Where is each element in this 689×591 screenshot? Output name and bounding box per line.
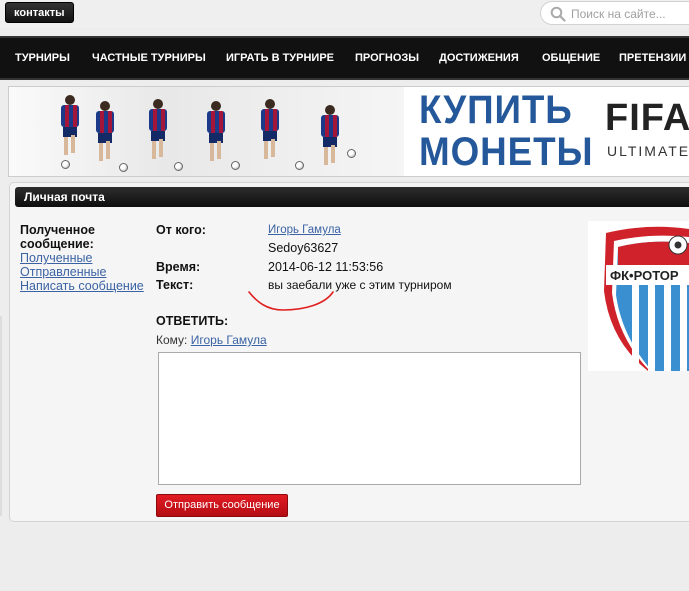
football-icon <box>119 163 128 172</box>
contacts-button[interactable]: контакты <box>5 2 74 23</box>
football-icon <box>231 161 240 170</box>
sidebar-link-inbox[interactable]: Полученные <box>20 251 150 265</box>
banner-brand: FIFA <box>605 97 689 139</box>
nav-item-complaints[interactable]: ПРЕТЕНЗИИ <box>619 38 686 78</box>
search-input[interactable] <box>571 5 686 22</box>
mail-sidebar: Полученное сообщение: Полученные Отправл… <box>20 223 150 293</box>
banner-line-1: КУПИТЬ <box>419 88 573 132</box>
football-icon <box>295 161 304 170</box>
reply-textarea[interactable] <box>158 352 581 485</box>
reply-to-name-link[interactable]: Игорь Гамула <box>191 333 267 347</box>
from-login: Sedoy63627 <box>268 241 339 255</box>
nav-item-tournaments[interactable]: ТУРНИРЫ <box>15 38 70 78</box>
crest-text: ФК•РОТОР <box>610 268 679 283</box>
football-icon <box>61 160 70 169</box>
football-icon <box>347 149 356 158</box>
left-divider <box>0 316 2 516</box>
send-message-button[interactable]: Отправить сообщение <box>156 494 288 517</box>
panel-title: Личная почта <box>15 187 689 207</box>
banner-players-image <box>9 87 404 176</box>
nav-item-achievements[interactable]: ДОСТИЖЕНИЯ <box>439 38 519 78</box>
nav-item-play-tournament[interactable]: ИГРАТЬ В ТУРНИРЕ <box>226 38 334 78</box>
reply-to-label: Кому: <box>156 333 188 347</box>
football-icon <box>174 162 183 171</box>
nav-item-predictions[interactable]: ПРОГНОЗЫ <box>355 38 419 78</box>
sidebar-link-compose[interactable]: Написать сообщение <box>20 279 150 293</box>
nav-item-private-tournaments[interactable]: ЧАСТНЫЕ ТУРНИРЫ <box>92 38 206 78</box>
player-figure <box>259 99 281 161</box>
banner-brand-sub: ULTIMATE <box>607 143 689 159</box>
club-crest-logo: ФК•РОТОР <box>588 221 689 371</box>
from-label: От кого: <box>156 223 206 237</box>
from-name-link[interactable]: Игорь Гамула <box>268 224 341 236</box>
time-label: Время: <box>156 260 201 274</box>
rotor-crest-icon: ФК•РОТОР <box>604 226 689 371</box>
player-figure <box>205 101 227 163</box>
player-figure <box>147 99 169 161</box>
banner-line-2: МОНЕТЫ <box>419 130 594 174</box>
red-underline-annotation <box>248 291 334 311</box>
player-figure <box>94 101 116 163</box>
nav-item-communication[interactable]: ОБЩЕНИЕ <box>542 38 600 78</box>
time-value: 2014-06-12 11:53:56 <box>268 260 384 274</box>
player-figure <box>319 105 341 167</box>
sidebar-title: Полученное сообщение: <box>20 223 95 251</box>
banner-buy-coins-text: КУПИТЬ МОНЕТЫ <box>419 89 593 173</box>
top-bar: контакты <box>0 0 689 28</box>
main-nav: ТУРНИРЫ ЧАСТНЫЕ ТУРНИРЫ ИГРАТЬ В ТУРНИРЕ… <box>0 36 689 80</box>
ad-banner[interactable]: КУПИТЬ МОНЕТЫ FIFA ULTIMATE <box>8 86 689 177</box>
reply-to-line: Кому: Игорь Гамула <box>156 333 267 347</box>
text-label: Текст: <box>156 278 194 292</box>
sidebar-link-sent[interactable]: Отправленные <box>20 265 150 279</box>
search-box[interactable] <box>540 1 689 25</box>
reply-label: ОТВЕТИТЬ: <box>156 314 229 328</box>
search-icon <box>550 6 566 22</box>
player-figure <box>59 95 81 157</box>
